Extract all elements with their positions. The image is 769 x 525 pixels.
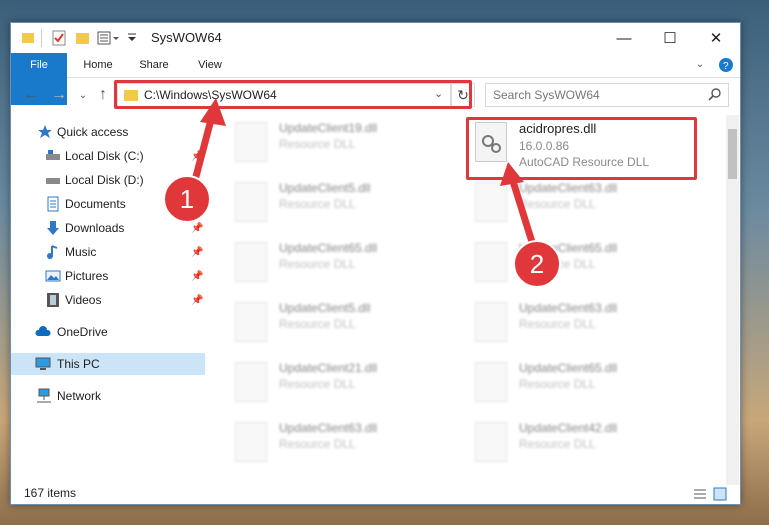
arrow-2-head <box>500 162 524 186</box>
arrow-1-head <box>200 98 226 126</box>
step-badge-1: 1 <box>163 175 211 223</box>
arrow-1 <box>190 112 216 188</box>
arrow-2 <box>508 174 536 246</box>
annotation-arrows <box>190 98 536 246</box>
step-badge-2: 2 <box>513 240 561 288</box>
